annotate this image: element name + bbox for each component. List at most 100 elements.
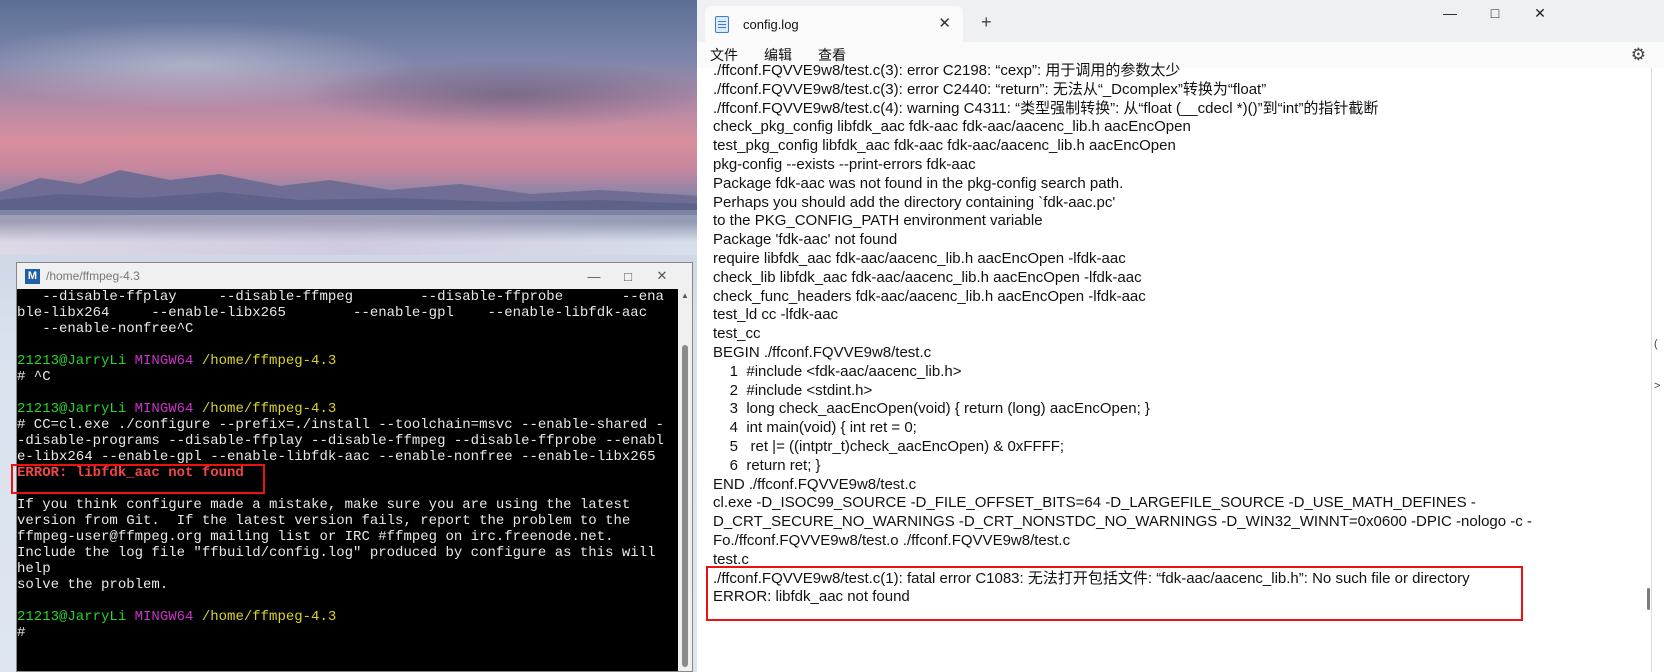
terminal-text: ERROR: libfdk_aac not found bbox=[17, 465, 244, 481]
notepad-scrollbar-thumb[interactable] bbox=[1647, 588, 1650, 610]
terminal-line: 21213@JarryLi MINGW64 /home/ffmpeg-4.3 bbox=[17, 401, 678, 417]
tab-label: config.log bbox=[743, 16, 799, 32]
terminal-text: help bbox=[17, 561, 51, 577]
terminal-text: /home/ffmpeg-4.3 bbox=[201, 401, 337, 417]
terminal-text: MINGW64 bbox=[134, 353, 194, 369]
log-line: ./ffconf.FQVVE9w8/test.c(3): error C2440… bbox=[713, 80, 1267, 98]
tab-config-log[interactable]: config.log ✕ bbox=[705, 6, 963, 42]
terminal-text: 21213@JarryLi bbox=[17, 609, 127, 625]
new-tab-icon[interactable]: + bbox=[981, 12, 992, 33]
log-line: require libfdk_aac fdk-aac/aacenc_lib.h … bbox=[713, 249, 1126, 267]
log-line: 4 int main(void) { int ret = 0; bbox=[713, 419, 917, 437]
notepad-text-area[interactable]: ./ffconf.FQVVE9w8/test.c(3): error C2198… bbox=[713, 62, 1614, 672]
terminal-text: --enable-nonfree^C bbox=[17, 321, 194, 337]
terminal-text: ble-libx264 --enable-libx265 --enable-gp… bbox=[17, 305, 648, 321]
terminal-text: ffmpeg-user@ffmpeg.org mailing list or I… bbox=[17, 529, 614, 545]
close-button[interactable]: ✕ bbox=[1517, 0, 1563, 26]
log-line: pkg-config --exists --print-errors fdk-a… bbox=[713, 155, 976, 173]
terminal-line: help bbox=[17, 561, 678, 577]
terminal-line: e-libx264 --enable-gpl --enable-libfdk-a… bbox=[17, 449, 678, 465]
log-line: ./ffconf.FQVVE9w8/test.c(1): fatal error… bbox=[713, 569, 1470, 587]
minimize-button[interactable]: — bbox=[1427, 0, 1473, 26]
terminal-text: If you think configure made a mistake, m… bbox=[17, 497, 631, 513]
terminal-text: 21213@JarryLi bbox=[17, 401, 127, 417]
terminal-line: ble-libx264 --enable-libx265 --enable-gp… bbox=[17, 305, 678, 321]
terminal-text: MINGW64 bbox=[134, 609, 194, 625]
terminal-text: solve the problem. bbox=[17, 577, 169, 593]
log-line: cl.exe -D_ISOC99_SOURCE -D_FILE_OFFSET_B… bbox=[713, 494, 1476, 512]
log-line: ERROR: libfdk_aac not found bbox=[713, 588, 910, 606]
close-tab-icon[interactable]: ✕ bbox=[938, 14, 951, 32]
notepad-window[interactable]: config.log ✕ + — □ ✕ 文件 编辑 查看 ⚙ ./ffconf… bbox=[697, 0, 1664, 672]
terminal-output[interactable]: --disable-ffplay --disable-ffmpeg --disa… bbox=[17, 289, 678, 671]
log-line: 3 long check_aacEncOpen(void) { return (… bbox=[713, 400, 1150, 418]
log-line: END ./ffconf.FQVVE9w8/test.c bbox=[713, 475, 917, 493]
log-line: 2 #include <stdint.h> bbox=[713, 381, 873, 399]
terminal-line: Include the log file "ffbuild/config.log… bbox=[17, 545, 678, 561]
log-line: BEGIN ./ffconf.FQVVE9w8/test.c bbox=[713, 343, 932, 361]
terminal-text: e-libx264 --enable-gpl --enable-libfdk-a… bbox=[17, 449, 656, 465]
log-line: Package fdk-aac was not found in the pkg… bbox=[713, 174, 1124, 192]
terminal-line: # bbox=[17, 625, 678, 641]
terminal-text: -disable-programs --disable-ffplay --dis… bbox=[17, 433, 664, 449]
log-line: check_pkg_config libfdk_aac fdk-aac fdk-… bbox=[713, 118, 1191, 136]
terminal-line: --enable-nonfree^C bbox=[17, 321, 678, 337]
log-line: Perhaps you should add the directory con… bbox=[713, 193, 1116, 211]
background-window-edge: ( > bbox=[1651, 68, 1664, 672]
notepad-tabbar: config.log ✕ + — □ ✕ bbox=[697, 0, 1664, 42]
close-button[interactable]: ✕ bbox=[645, 263, 679, 289]
edge-glyph: ( bbox=[1654, 338, 1658, 350]
settings-gear-icon[interactable]: ⚙ bbox=[1631, 45, 1646, 65]
minimize-button[interactable]: — bbox=[577, 263, 611, 289]
log-line: test.c bbox=[713, 550, 749, 568]
terminal-line: # CC=cl.exe ./configure --prefix=./insta… bbox=[17, 417, 678, 433]
log-line: test_ld cc -lfdk-aac bbox=[713, 306, 839, 324]
terminal-text: --disable-ffplay --disable-ffmpeg --disa… bbox=[17, 289, 664, 305]
maximize-button[interactable]: □ bbox=[1472, 0, 1518, 26]
terminal-text: 21213@JarryLi bbox=[17, 353, 127, 369]
msys2-icon: M bbox=[25, 268, 40, 284]
terminal-text: /home/ffmpeg-4.3 bbox=[201, 353, 337, 369]
terminal-line: ffmpeg-user@ffmpeg.org mailing list or I… bbox=[17, 529, 678, 545]
terminal-line: --disable-ffplay --disable-ffmpeg --disa… bbox=[17, 289, 678, 305]
log-line: Fo./ffconf.FQVVE9w8/test.o ./ffconf.FQVV… bbox=[713, 531, 1071, 549]
terminal-window[interactable]: M /home/ffmpeg-4.3 — □ ✕ --disable-ffpla… bbox=[16, 262, 693, 672]
log-line: D_CRT_SECURE_NO_WARNINGS -D_CRT_NONSTDC_… bbox=[713, 513, 1532, 531]
log-line: ./ffconf.FQVVE9w8/test.c(3): error C2198… bbox=[713, 62, 1181, 79]
scroll-up-arrow-icon[interactable]: ▲ bbox=[678, 291, 692, 303]
terminal-line: -disable-programs --disable-ffplay --dis… bbox=[17, 433, 678, 449]
terminal-line: ERROR: libfdk_aac not found bbox=[17, 465, 678, 481]
terminal-text: version from Git. If the latest version … bbox=[17, 513, 631, 529]
wallpaper-mountains bbox=[0, 170, 700, 210]
terminal-text: Include the log file "ffbuild/config.log… bbox=[17, 545, 656, 561]
terminal-line: If you think configure made a mistake, m… bbox=[17, 497, 678, 513]
terminal-line: # ^C bbox=[17, 369, 678, 385]
terminal-text: # CC=cl.exe ./configure --prefix=./insta… bbox=[17, 417, 664, 433]
terminal-text: # bbox=[17, 625, 34, 641]
terminal-titlebar[interactable]: M /home/ffmpeg-4.3 — □ ✕ bbox=[17, 263, 692, 289]
log-line: 5 ret |= ((intptr_t)check_aacEncOpen) & … bbox=[713, 437, 1065, 455]
log-line: to the PKG_CONFIG_PATH environment varia… bbox=[713, 212, 1043, 230]
log-line: ./ffconf.FQVVE9w8/test.c(4): warning C43… bbox=[713, 99, 1379, 117]
log-line: Package 'fdk-aac' not found bbox=[713, 231, 898, 249]
scrollbar-thumb[interactable] bbox=[682, 345, 688, 667]
log-line: 6 return ret; } bbox=[713, 456, 821, 474]
terminal-scrollbar[interactable]: ▲ bbox=[678, 289, 692, 671]
log-line: test_pkg_config libfdk_aac fdk-aac fdk-a… bbox=[713, 137, 1176, 155]
log-line: check_lib libfdk_aac fdk-aac/aacenc_lib.… bbox=[713, 268, 1142, 286]
terminal-text: MINGW64 bbox=[134, 401, 194, 417]
edge-glyph: > bbox=[1654, 380, 1661, 392]
terminal-title: /home/ffmpeg-4.3 bbox=[46, 269, 140, 283]
terminal-line: solve the problem. bbox=[17, 577, 678, 593]
maximize-button[interactable]: □ bbox=[611, 263, 645, 289]
terminal-text: # ^C bbox=[17, 369, 51, 385]
